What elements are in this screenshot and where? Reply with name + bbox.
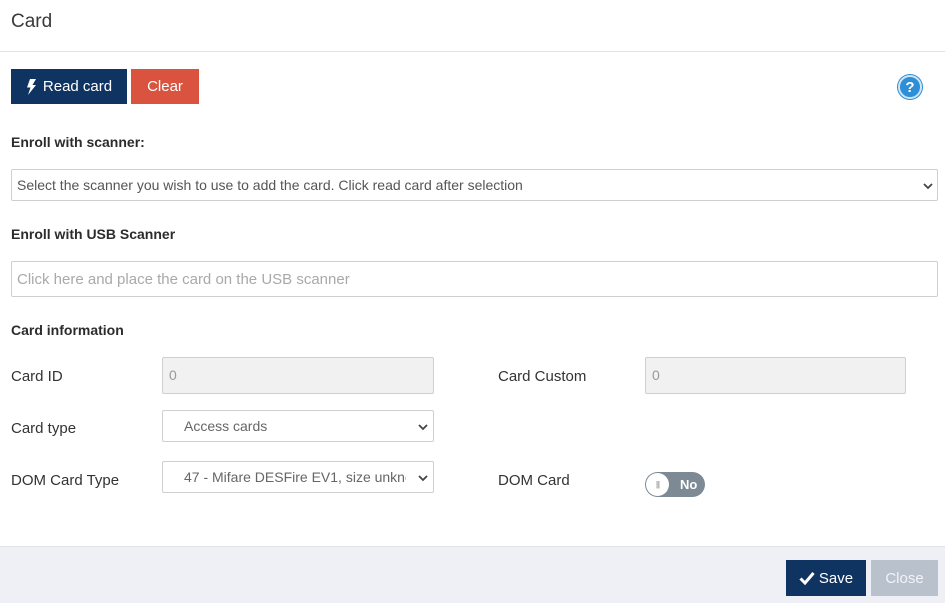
- chevron-down-icon: [418, 475, 428, 482]
- modal-header: Card: [0, 0, 945, 52]
- dom-card-type-select[interactable]: 47 - Mifare DESFire EV1, size unknown: [162, 461, 434, 493]
- help-icon[interactable]: ?: [898, 75, 922, 99]
- modal-title: Card: [11, 11, 53, 32]
- scanner-select-value: Select the scanner you wish to use to ad…: [17, 177, 523, 193]
- card-info-heading: Card information: [11, 322, 124, 338]
- save-button[interactable]: Save: [786, 560, 866, 596]
- card-type-select[interactable]: Access cards: [162, 410, 434, 442]
- usb-scanner-placeholder: Click here and place the card on the USB…: [17, 271, 350, 288]
- card-custom-label: Card Custom: [498, 368, 587, 385]
- checkmark-icon: [799, 572, 815, 585]
- close-button[interactable]: Close: [871, 560, 938, 596]
- chevron-down-icon: [923, 183, 933, 190]
- toggle-state-label: No: [680, 477, 698, 492]
- card-id-label: Card ID: [11, 368, 63, 385]
- toggle-knob: |||: [646, 473, 669, 496]
- enroll-scanner-label: Enroll with scanner:: [11, 134, 145, 150]
- lightning-icon: [26, 78, 36, 95]
- save-label: Save: [818, 569, 854, 587]
- card-id-value: 0: [169, 367, 177, 383]
- card-id-field: 0: [162, 357, 434, 394]
- read-card-button[interactable]: Read card: [11, 69, 127, 104]
- card-custom-value: 0: [652, 367, 660, 383]
- dom-card-label: DOM Card: [498, 472, 570, 489]
- scanner-select[interactable]: Select the scanner you wish to use to ad…: [11, 169, 938, 201]
- enroll-usb-label: Enroll with USB Scanner: [11, 226, 176, 242]
- usb-scanner-input[interactable]: Click here and place the card on the USB…: [11, 261, 938, 297]
- dom-card-type-value: 47 - Mifare DESFire EV1, size unknown: [184, 469, 406, 485]
- card-custom-field: 0: [645, 357, 906, 394]
- read-card-label: Read card: [42, 78, 113, 95]
- dom-card-type-label: DOM Card Type: [11, 472, 120, 489]
- dom-card-toggle[interactable]: ||| No: [645, 472, 705, 497]
- card-type-label: Card type: [11, 420, 77, 437]
- card-type-value: Access cards: [184, 418, 268, 434]
- clear-button[interactable]: Clear: [131, 69, 199, 104]
- chevron-down-icon: [418, 424, 428, 431]
- grip-icon: |||: [655, 480, 660, 489]
